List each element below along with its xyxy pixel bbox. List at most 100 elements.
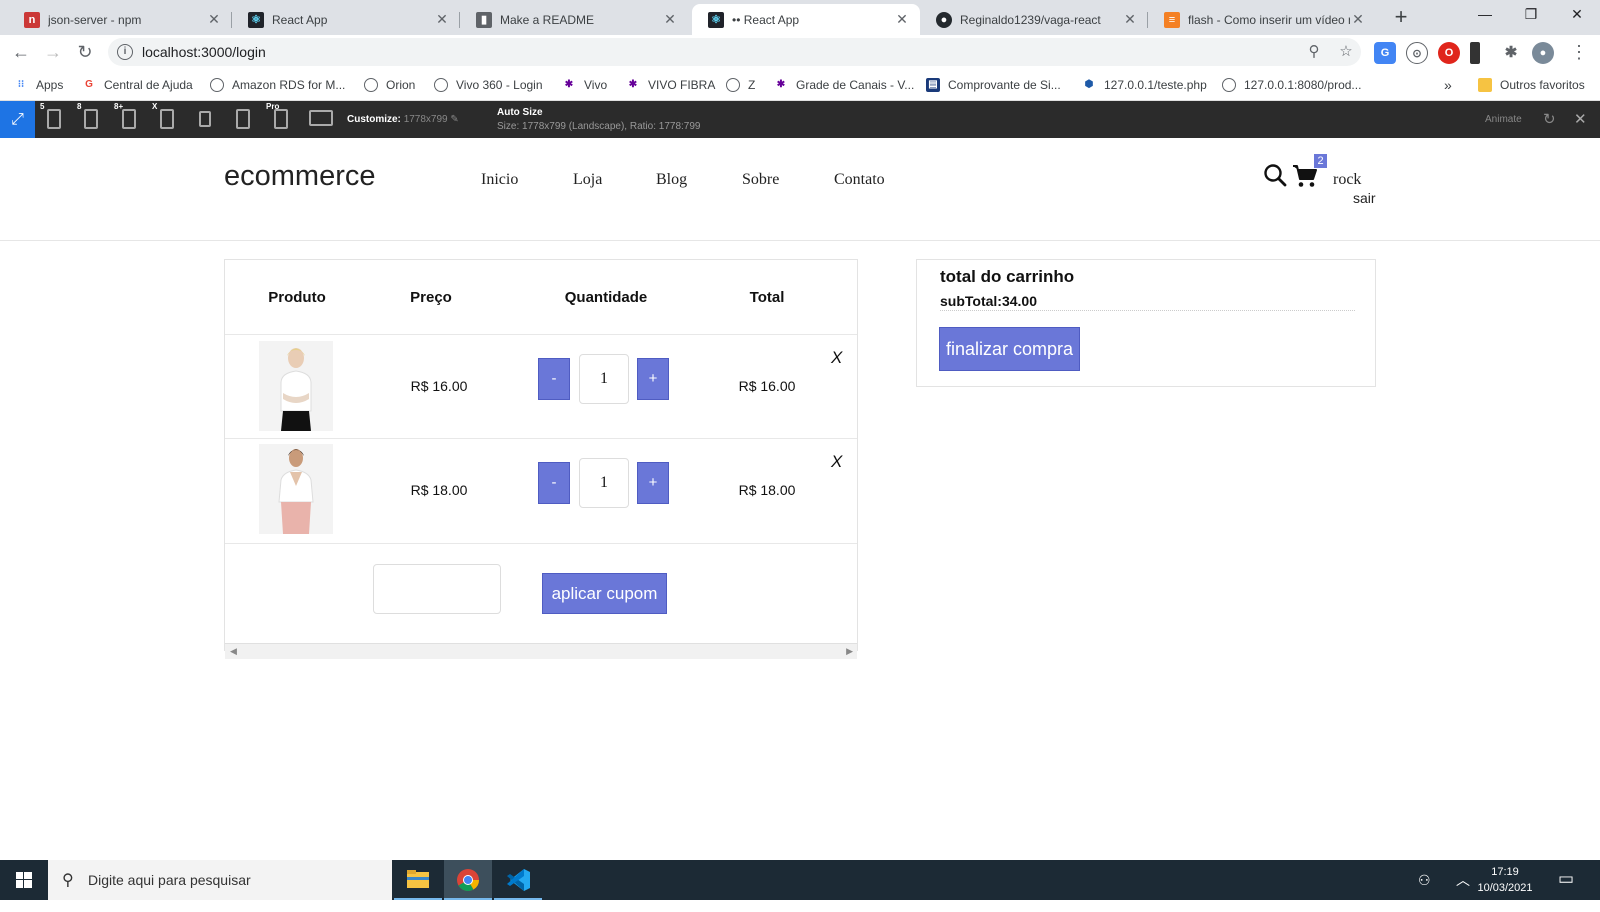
opera-icon[interactable]: O (1438, 42, 1460, 64)
device-iphone8-icon[interactable] (84, 109, 98, 129)
animate-toggle[interactable]: Animate (1485, 114, 1522, 125)
decrease-quantity-button[interactable]: - (538, 462, 570, 504)
bookmark-amazon-rds[interactable]: Amazon RDS for M... (210, 76, 345, 94)
scroll-right-icon[interactable]: ▶ (846, 646, 853, 657)
close-icon[interactable]: ✕ (434, 11, 450, 28)
bookmark-comprovante[interactable]: ▤ Comprovante de Si... (926, 76, 1061, 94)
device-iphone5-icon[interactable] (47, 109, 61, 129)
back-button[interactable]: ← (8, 39, 34, 65)
taskbar-search-box[interactable]: ⚲ Digite aqui para pesquisar (48, 860, 392, 900)
tab-react-app[interactable]: ⚛ React App ✕ (232, 4, 460, 35)
nav-blog[interactable]: Blog (656, 171, 687, 189)
product-image (259, 341, 333, 431)
bookmark-apps[interactable]: ⁝⁝ Apps (14, 76, 64, 94)
coupon-input[interactable] (373, 564, 501, 614)
expand-icon[interactable]: ⤢ (0, 101, 35, 138)
quantity-input[interactable]: 1 (579, 354, 629, 404)
show-hidden-icons-chevron-icon[interactable]: ︿ (1456, 870, 1470, 910)
device-desktop-icon[interactable] (309, 110, 333, 126)
bookmark-vivo[interactable]: ✱ Vivo (562, 76, 607, 94)
remove-item-button[interactable]: X (831, 348, 842, 368)
close-icon[interactable]: ✕ (662, 11, 678, 28)
device-ipad-pro-icon[interactable] (274, 109, 288, 129)
browser-tab-strip: n json-server - npm ✕ ⚛ React App ✕ ▮ Ma… (0, 0, 1600, 35)
bookmark-prod[interactable]: 127.0.0.1:8080/prod... (1222, 76, 1361, 94)
puzzle-icon[interactable]: ✱ (1500, 42, 1522, 64)
bookmark-outros-favoritos[interactable]: Outros favoritos (1478, 76, 1585, 94)
tab-github[interactable]: ● Reginaldo1239/vaga-react ✕ (920, 4, 1148, 35)
decrease-quantity-button[interactable]: - (538, 358, 570, 400)
globe-icon (726, 78, 740, 92)
bookmark-label: 127.0.0.1:8080/prod... (1244, 78, 1362, 92)
bookmark-teste-php[interactable]: ⬢ 127.0.0.1/teste.php (1082, 76, 1207, 94)
logout-link[interactable]: sair (1353, 190, 1376, 206)
translate-icon[interactable]: G (1374, 42, 1396, 64)
chrome-icon[interactable] (444, 860, 492, 900)
notifications-icon[interactable]: ▭ (1558, 869, 1574, 909)
tab-react-app-active[interactable]: ⚛ •• React App ✕ (692, 4, 920, 35)
extension-icon[interactable]: ⊙ (1406, 42, 1428, 64)
system-clock[interactable]: 17:19 10/03/2021 (1470, 864, 1540, 896)
reload-button[interactable]: ↻ (72, 39, 98, 65)
cart-table: Produto Preço Quantidade Total R$ 16.00 … (224, 259, 858, 659)
more-bookmarks-chevron-icon[interactable]: » (1444, 76, 1452, 94)
remove-item-button[interactable]: X (831, 452, 842, 472)
close-icon[interactable]: ✕ (1122, 11, 1138, 28)
horizontal-scrollbar[interactable]: ◀ ▶ (225, 643, 857, 659)
device-iphone8plus-icon[interactable] (122, 109, 136, 129)
increase-quantity-button[interactable]: + (637, 358, 669, 400)
checkout-button[interactable]: finalizar compra (939, 327, 1080, 371)
bookmark-central-ajuda[interactable]: G Central de Ajuda (82, 76, 193, 94)
tab-stackoverflow[interactable]: ≡ flash - Como inserir um vídeo n ✕ (1148, 4, 1376, 35)
restore-button[interactable]: ❐ (1508, 0, 1554, 30)
nav-loja[interactable]: Loja (573, 171, 602, 189)
item-price: R$ 16.00 (410, 378, 468, 394)
url-text[interactable]: localhost:3000/login (142, 44, 266, 60)
nav-sobre[interactable]: Sobre (742, 171, 779, 189)
customize-size[interactable]: Customize: 1778x799 ✎ (347, 114, 459, 125)
search-icon[interactable] (1263, 163, 1287, 187)
file-explorer-icon[interactable] (394, 860, 442, 900)
auto-size-detail: Size: 1778x799 (Landscape), Ratio: 1778:… (497, 121, 701, 132)
device-ipad-mini-icon[interactable] (199, 111, 211, 127)
extension-bar-icon[interactable] (1470, 42, 1480, 64)
nav-inicio[interactable]: Inicio (481, 171, 518, 189)
close-icon[interactable]: ✕ (1350, 11, 1366, 28)
device-iphonex-icon[interactable] (160, 109, 174, 129)
bookmark-star-icon[interactable]: ☆ (1336, 42, 1356, 62)
vivo-icon: ✱ (564, 79, 574, 90)
bookmark-vivo-fibra[interactable]: ✱ VIVO FIBRA (626, 76, 716, 94)
menu-icon[interactable]: ⋮ (1566, 39, 1592, 65)
close-icon[interactable]: ✕ (894, 11, 910, 28)
scroll-left-icon[interactable]: ◀ (230, 646, 237, 657)
apply-coupon-button[interactable]: aplicar cupom (542, 573, 667, 614)
bookmark-vivo-360[interactable]: Vivo 360 - Login (434, 76, 543, 94)
window-close-button[interactable]: ✕ (1554, 0, 1600, 30)
auto-size-label: Auto Size (497, 107, 543, 118)
bookmark-z[interactable]: Z (726, 76, 755, 94)
site-logo[interactable]: ecommerce (224, 160, 376, 193)
nav-contato[interactable]: Contato (834, 171, 885, 189)
zoom-icon[interactable]: ⚲ (1304, 42, 1324, 62)
close-icon[interactable]: ✕ (1574, 110, 1587, 128)
site-info-icon[interactable]: i (117, 44, 133, 60)
forward-button[interactable]: → (40, 39, 66, 65)
quantity-input[interactable]: 1 (579, 458, 629, 508)
tab-json-server[interactable]: n json-server - npm ✕ (8, 4, 232, 35)
rotate-icon[interactable]: ↻ (1543, 110, 1556, 128)
taskbar-search-placeholder: Digite aqui para pesquisar (88, 872, 251, 888)
windows-start-button[interactable] (0, 860, 48, 900)
people-icon[interactable]: ⚇ (1418, 872, 1431, 912)
new-tab-button[interactable]: + (1388, 5, 1414, 31)
vscode-icon[interactable] (494, 860, 542, 900)
profile-avatar[interactable]: ● (1532, 42, 1554, 64)
close-icon[interactable]: ✕ (206, 11, 222, 28)
increase-quantity-button[interactable]: + (637, 462, 669, 504)
bookmark-orion[interactable]: Orion (364, 76, 415, 94)
bookmark-grade-canais[interactable]: ✱ Grade de Canais - V... (774, 76, 915, 94)
device-ipad-icon[interactable] (236, 109, 250, 129)
tab-make-readme[interactable]: ▮ Make a README ✕ (460, 4, 688, 35)
address-bar[interactable]: i localhost:3000/login ⚲ ☆ (108, 38, 1361, 66)
pencil-icon[interactable]: ✎ (450, 114, 458, 125)
minimize-button[interactable]: — (1462, 0, 1508, 30)
